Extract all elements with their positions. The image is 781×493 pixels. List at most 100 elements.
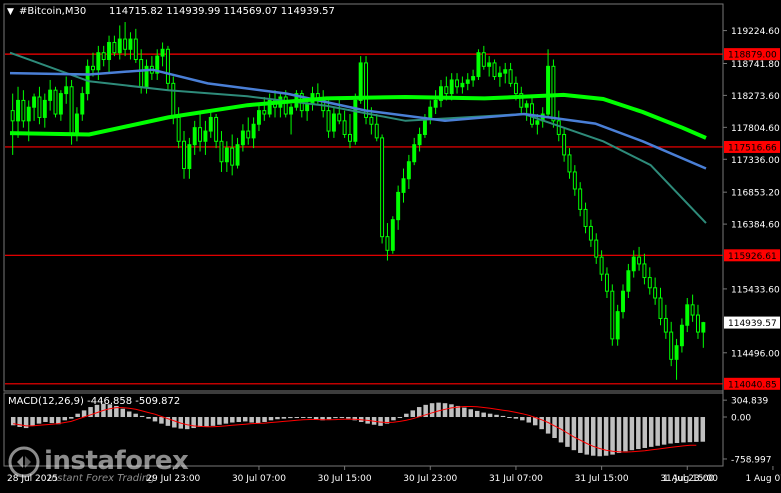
macd-histogram-bar [648,417,654,447]
bull-candle [396,191,401,221]
bull-candle [117,38,122,54]
bear-candle [337,113,342,122]
macd-histogram-bar [281,417,287,419]
price-tick-label: 117804.60 [731,124,780,134]
macd-histogram-bar [197,417,203,427]
macd-histogram-bar [500,415,506,418]
bear-candle [567,154,572,173]
symbol-menu-arrow[interactable]: ▼ [7,7,14,17]
macd-histogram-bar [513,417,519,419]
macd-histogram-bar [391,417,396,421]
macd-histogram-bar [346,417,351,419]
bull-candle [631,256,636,272]
bull-candle [187,144,192,170]
macd-histogram-bar [249,417,254,423]
macd-histogram-bar [590,417,596,456]
bear-candle [578,188,583,210]
bear-candle [182,140,186,170]
macd-histogram-bar [288,417,293,419]
macd-histogram-bar [217,417,222,425]
macd-histogram-bar [139,415,145,418]
bull-candle [128,38,133,50]
macd-histogram-bar [552,417,557,439]
macd-histogram-bar [668,417,673,444]
bull-candle [353,99,358,142]
time-tick-label: 30 Jul 15:00 [318,474,372,484]
bull-candle [390,219,395,251]
bear-candle [176,116,181,142]
watermark-tagline: Instant Forex Trading [48,473,155,484]
ohlc-readout: 114715.82 114939.99 114569.07 114939.57 [109,6,335,17]
bull-candle [42,99,47,118]
time-tick-label: 31 Jul 15:00 [575,474,629,484]
macd-histogram-bar [49,417,55,424]
macd-histogram-bar [326,417,332,420]
bear-candle [139,59,144,88]
chart-canvas[interactable]: 118879.00117516.66115926.61114040.85 304… [0,0,781,489]
macd-histogram-bar [223,417,229,424]
bull-candle [331,113,336,132]
macd-histogram-bar [681,417,686,443]
price-tick-label: 118741.80 [731,60,780,70]
macd-histogram-bar [584,417,590,455]
bear-candle [246,130,251,139]
macd-histogram-bar [204,417,209,427]
macd-histogram-bar [30,417,35,426]
instaforex-logo-icon [8,446,40,478]
bear-candle [481,52,486,67]
bear-candle [101,52,106,61]
bear-candle [326,110,331,132]
chart-root: 118879.00 117516.66 115926.61 114040.85 304… [0,0,781,489]
macd-histogram-bar [36,417,42,424]
price-tick-label: 118273.60 [731,92,780,102]
bear-candle [219,140,224,163]
bear-candle [69,86,74,135]
macd-histogram-bar [152,417,158,422]
bear-candle [171,82,176,118]
macd-histogram-bar [184,417,190,430]
bull-candle [497,72,502,78]
macd-histogram-bar [610,417,615,455]
price-tick-label: 119224.60 [731,27,780,37]
macd-histogram-bar [520,417,525,421]
macd-histogram-bar [43,417,48,422]
macd-histogram-bar [526,417,532,423]
bear-candle [342,120,347,135]
bull-candle [358,62,363,101]
bear-candle [588,225,593,241]
bear-candle [604,273,609,292]
macd-histogram-bar [236,417,242,422]
macd-histogram-bar [172,417,177,428]
bear-candle [653,287,658,299]
price-tick-label: 116384.60 [731,221,780,231]
macd-histogram-bar [694,417,699,442]
macd-histogram-bar [687,417,693,443]
bull-candle [406,161,411,180]
macd-histogram-bar [120,408,126,418]
macd-histogram-bar [623,417,628,452]
bear-candle [37,96,42,118]
bear-candle [262,110,267,115]
macd-histogram-bar [68,417,74,419]
bull-candle [80,93,85,115]
bear-candle [599,256,604,275]
bull-candle [685,304,690,326]
bear-candle [572,171,577,190]
macd-histogram-bar [307,417,312,419]
bull-candle [449,79,454,95]
bull-candle [256,110,261,125]
bull-candle [701,322,706,333]
time-tick-label: 30 Jul 07:00 [232,474,286,484]
macd-histogram-bar [436,402,441,418]
macd-histogram-bar [700,417,706,442]
macd-histogram-bar [133,413,138,418]
bull-candle [96,52,101,71]
bear-candle [91,65,95,71]
bull-candle [471,76,476,81]
bull-candle [433,99,438,108]
bull-candle [16,99,21,122]
bull-candle [26,106,31,122]
macd-histogram-bar [339,417,345,419]
bear-candle [347,133,352,142]
macd-histogram-bar [255,417,261,424]
